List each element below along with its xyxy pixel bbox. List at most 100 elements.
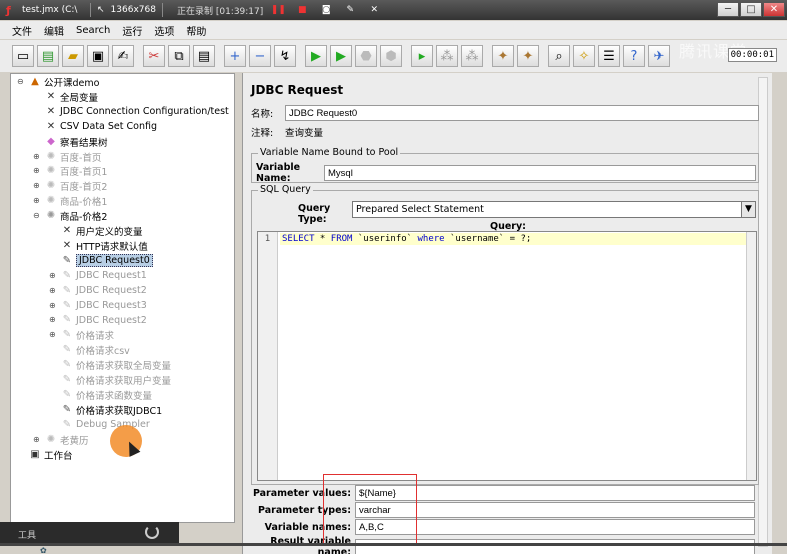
paw-icon[interactable]: ✿	[40, 546, 47, 554]
tree-node[interactable]: ✕ CSV Data Set Config	[45, 120, 157, 134]
save-as-icon[interactable]: ✍	[112, 45, 134, 67]
menu-help[interactable]: 帮助	[186, 23, 206, 38]
start-icon[interactable]: ▶	[305, 45, 327, 67]
remote-shutdown-icon[interactable]: ⁂	[461, 45, 483, 67]
sql-editor[interactable]: 1 SELECT * FROM `userinfo` where `userna…	[257, 231, 757, 481]
tree-node-label: 价格请求获取用户变量	[76, 376, 172, 387]
expand-toggle-icon[interactable]: ⊕	[49, 271, 57, 280]
taskbar-icons: ✿	[40, 546, 160, 554]
tree-node[interactable]: ✎ 价格请求	[61, 328, 114, 342]
panel-title: JDBC Request	[251, 83, 344, 97]
new-icon[interactable]: ▭	[12, 45, 34, 67]
pause-icon[interactable]: ❚❚	[269, 3, 287, 17]
jmeter-icon: ƒ	[6, 4, 11, 17]
stop-icon[interactable]: ■	[293, 3, 311, 17]
expand-toggle-icon[interactable]: ⊕	[49, 331, 57, 339]
recording-status: 正在录制 [01:39:17]	[176, 6, 264, 17]
save-icon[interactable]: ▣	[87, 45, 109, 67]
tree-node[interactable]: ✺ 商品-价格2	[45, 209, 108, 223]
sampler-icon: ✎	[62, 284, 72, 296]
expand-toggle-icon[interactable]: ⊕	[33, 435, 41, 444]
pin-icon[interactable]: ↖	[97, 5, 105, 15]
jdbc-request-panel: JDBC Request 名称: 注释: 查询变量 Variable Name …	[242, 73, 772, 554]
remote-stop-icon[interactable]: ⁂	[436, 45, 458, 67]
expand-toggle-icon[interactable]: ⊕	[49, 316, 57, 324]
function-helper-icon[interactable]: ☰	[598, 45, 620, 67]
close-recording-icon[interactable]: ✕	[365, 3, 383, 17]
menu-file[interactable]: 文件	[12, 23, 32, 38]
name-field[interactable]	[285, 105, 759, 121]
sampler-icon: ✎	[62, 314, 72, 326]
toggle-icon[interactable]: ↯	[274, 45, 296, 67]
tree-node[interactable]: ✎ 价格请求函数变量	[61, 388, 152, 402]
start-no-pause-icon[interactable]: ▶	[330, 45, 352, 67]
minimize-button[interactable]: ─	[717, 2, 739, 17]
tree-node[interactable]: ✎ JDBC Request2	[61, 284, 147, 298]
expand-toggle-icon[interactable]: ⊕	[33, 152, 41, 161]
templates-icon[interactable]: ▤	[37, 45, 59, 67]
clear-icon[interactable]: ✦	[492, 45, 514, 67]
tree-node[interactable]: ✕ HTTP请求默认值	[61, 239, 148, 253]
pool-field[interactable]	[324, 165, 756, 181]
menu-search[interactable]: Search	[76, 25, 110, 36]
menu-run[interactable]: 运行	[122, 23, 142, 38]
tree-node[interactable]: ✺ 商品-价格1	[45, 194, 108, 208]
chevron-down-icon[interactable]: ▼	[741, 202, 755, 217]
close-button[interactable]: ✕	[763, 2, 785, 17]
tree-node[interactable]: ✕ 全局变量	[45, 90, 98, 104]
tree-node[interactable]: ✎ 价格请求获取全局变量	[61, 358, 171, 372]
tree-node[interactable]: ✎ JDBC Request0	[61, 254, 153, 268]
tree-node[interactable]: ▣ 工作台	[29, 448, 72, 462]
tree-node[interactable]: ✺ 百度-首页1	[45, 164, 108, 178]
expand-toggle-icon[interactable]: ⊖	[17, 78, 25, 86]
tree-node[interactable]: ▲ 公开课demo	[29, 75, 99, 89]
expand-toggle-icon[interactable]: ⊕	[49, 301, 57, 310]
expand-toggle-icon[interactable]: ⊕	[33, 182, 41, 190]
comment-value[interactable]: 查询变量	[285, 125, 323, 139]
tree-node-label: JDBC Connection Configuration/test	[60, 106, 229, 118]
tree-node[interactable]: ✎ 价格请求获取用户变量	[61, 373, 171, 387]
menu-bar: 文件 编辑 Search 运行 选项 帮助	[0, 21, 787, 39]
tree-node[interactable]: ✺ 百度-首页2	[45, 179, 108, 193]
sql-query-line[interactable]: SELECT * FROM `userinfo` where `username…	[280, 233, 748, 245]
expand-toggle-icon[interactable]: ⊕	[49, 286, 57, 295]
tree-node[interactable]: ✎ JDBC Request1	[61, 269, 147, 283]
tree-node[interactable]: ✕ JDBC Connection Configuration/test	[45, 105, 229, 119]
tree-node[interactable]: ✎ JDBC Request2	[61, 313, 147, 327]
maximize-button[interactable]: □	[740, 2, 762, 17]
tree-node[interactable]: ✕ 用户定义的变量	[61, 224, 143, 238]
tree-node[interactable]: ✺ 百度-首页	[45, 150, 102, 164]
menu-options[interactable]: 选项	[154, 23, 174, 38]
tree-node[interactable]: ✎ JDBC Request3	[61, 299, 147, 313]
expand-toggle-icon[interactable]: ⊖	[33, 212, 41, 220]
expand-icon[interactable]: +	[224, 45, 246, 67]
tree-node[interactable]: ◆ 察看结果树	[45, 135, 107, 149]
collapse-icon[interactable]: −	[249, 45, 271, 67]
camera-icon[interactable]: ◙	[317, 3, 335, 17]
window-titlebar: ƒ test.jmx (C:\ ↖ 1366x768 正在录制 [01:39:1…	[0, 0, 787, 20]
cut-icon[interactable]: ✂	[143, 45, 165, 67]
sampler-icon: ✎	[62, 403, 72, 415]
tree-node[interactable]: ✎ 价格请求获取JDBC1	[61, 403, 162, 417]
pen-icon[interactable]: ✎	[341, 3, 359, 17]
panel-scrollbar[interactable]	[758, 77, 768, 547]
log-icon[interactable]: ✈	[648, 45, 670, 67]
stop-test-icon[interactable]: ⬣	[355, 45, 377, 67]
tree-node[interactable]: ✎ 价格请求csv	[61, 343, 130, 357]
remote-start-icon[interactable]: ▸	[411, 45, 433, 67]
open-icon[interactable]: ▰	[62, 45, 84, 67]
menu-edit[interactable]: 编辑	[44, 23, 64, 38]
tree-node[interactable]: ✺ 老黄历	[45, 433, 89, 447]
power-icon[interactable]	[145, 525, 159, 539]
search-icon[interactable]: ⌕	[548, 45, 570, 67]
shutdown-icon[interactable]: ⬢	[380, 45, 402, 67]
clear-all-icon[interactable]: ✦	[517, 45, 539, 67]
editor-scrollbar[interactable]	[746, 232, 756, 480]
reset-search-icon[interactable]: ✧	[573, 45, 595, 67]
query-type-select[interactable]: Prepared Select Statement ▼	[352, 201, 756, 218]
copy-icon[interactable]: ⧉	[168, 45, 190, 67]
expand-toggle-icon[interactable]: ⊕	[33, 197, 41, 205]
expand-toggle-icon[interactable]: ⊕	[33, 167, 41, 175]
paste-icon[interactable]: ▤	[193, 45, 215, 67]
help-icon[interactable]: ?	[623, 45, 645, 67]
